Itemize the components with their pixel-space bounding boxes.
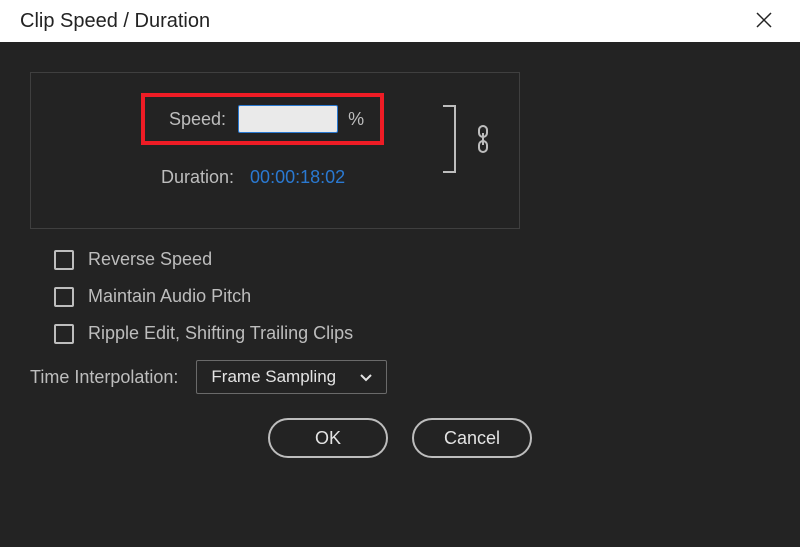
link-toggle[interactable] (475, 125, 491, 158)
maintain-pitch-checkbox[interactable] (54, 287, 74, 307)
link-bracket (443, 103, 459, 175)
button-row: OK Cancel (30, 418, 770, 458)
reverse-speed-row: Reverse Speed (54, 249, 770, 270)
time-interpolation-label: Time Interpolation: (30, 367, 178, 388)
highlight-box: Speed: % (141, 93, 384, 145)
title-bar: Clip Speed / Duration (0, 0, 800, 42)
dialog-title: Clip Speed / Duration (20, 10, 210, 33)
dropdown-selected-value: Frame Sampling (211, 367, 336, 387)
ripple-edit-checkbox[interactable] (54, 324, 74, 344)
group-box: Speed: % Duration: 00:00:18:02 (30, 72, 520, 229)
close-button[interactable] (748, 8, 780, 34)
ripple-edit-row: Ripple Edit, Shifting Trailing Clips (54, 323, 770, 344)
reverse-speed-checkbox[interactable] (54, 250, 74, 270)
speed-row: Speed: % (51, 93, 499, 145)
speed-input[interactable] (238, 105, 338, 133)
close-icon (756, 12, 772, 28)
cancel-button[interactable]: Cancel (412, 418, 532, 458)
speed-duration-group: Speed: % Duration: 00:00:18:02 (30, 72, 770, 229)
checkbox-group: Reverse Speed Maintain Audio Pitch Rippl… (54, 249, 770, 344)
duration-label: Duration: (161, 167, 234, 188)
time-interpolation-row: Time Interpolation: Frame Sampling (30, 360, 770, 394)
speed-label: Speed: (169, 109, 226, 130)
maintain-pitch-label: Maintain Audio Pitch (88, 286, 251, 307)
duration-value[interactable]: 00:00:18:02 (250, 167, 345, 188)
time-interpolation-dropdown[interactable]: Frame Sampling (196, 360, 387, 394)
maintain-pitch-row: Maintain Audio Pitch (54, 286, 770, 307)
reverse-speed-label: Reverse Speed (88, 249, 212, 270)
link-icon (475, 125, 491, 153)
percent-sign: % (348, 109, 364, 130)
dialog-body: Speed: % Duration: 00:00:18:02 (0, 42, 800, 547)
duration-row: Duration: 00:00:18:02 (51, 167, 499, 188)
ripple-edit-label: Ripple Edit, Shifting Trailing Clips (88, 323, 353, 344)
chevron-down-icon (360, 367, 372, 387)
ok-button[interactable]: OK (268, 418, 388, 458)
